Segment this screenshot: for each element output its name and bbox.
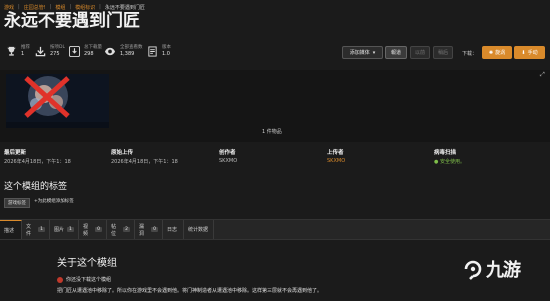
info-value: 2026年4月18日，下午1：18 bbox=[4, 159, 71, 165]
virus-scan-status: ● 安全使用。 bbox=[434, 158, 465, 165]
tag-chip[interactable]: 游戏标签 bbox=[4, 198, 30, 208]
info-label: 上传者 bbox=[327, 150, 344, 156]
breadcrumb-separator: | bbox=[18, 4, 20, 10]
tab-videos[interactable]: 视频 0 bbox=[79, 220, 107, 239]
watermark-logo: 九游 bbox=[462, 256, 521, 282]
tab-bar: 描述 文件 1 图片 1 视频 0 帖位 2 漏洞 0 日志 统计数据 bbox=[0, 219, 550, 240]
download-icon bbox=[68, 45, 80, 57]
tab-bugs[interactable]: 漏洞 0 bbox=[135, 220, 163, 239]
add-tag-label: 为此模组添加标签 bbox=[37, 199, 74, 204]
breadcrumb-separator: | bbox=[99, 4, 101, 10]
gallery-count: 1 件物品 bbox=[262, 129, 282, 135]
vortex-download-button[interactable]: ✺ 旋涡 bbox=[482, 46, 512, 59]
stat-unique-downloads: 按项DL 275 bbox=[34, 44, 65, 58]
eye-icon bbox=[104, 45, 116, 57]
manual-label: 手动 bbox=[527, 50, 538, 56]
info-last-updated: 最后更新 2026年4月18日，下午1：18 bbox=[4, 148, 71, 165]
tab-posts[interactable]: 帖位 2 bbox=[107, 220, 135, 239]
info-label: 创作者 bbox=[219, 150, 236, 156]
info-creator: 创作者 SKXMO bbox=[219, 148, 237, 164]
about-description: 把门匠从遭遇池中移除了。所以你在游戏里不会遇到他。将门神制造者从遭遇池中移除。这… bbox=[57, 288, 323, 294]
tab-label: 描述 bbox=[4, 227, 15, 234]
manual-download-button[interactable]: ⬇ 手动 bbox=[514, 46, 545, 59]
stat-version: 版本 1.0 bbox=[146, 44, 171, 58]
info-label: 最后更新 bbox=[4, 150, 27, 156]
tab-label: 文件 bbox=[26, 223, 32, 237]
fullscreen-icon[interactable]: ⤢ bbox=[540, 71, 545, 79]
virus-scan-value: 安全使用。 bbox=[439, 159, 465, 165]
watermark-text: 九游 bbox=[486, 260, 521, 281]
previous-button[interactable]: 以前 bbox=[410, 46, 430, 59]
tab-files[interactable]: 文件 1 bbox=[22, 220, 50, 239]
download-icon bbox=[34, 45, 46, 57]
tab-label: 统计数据 bbox=[188, 227, 209, 233]
stat-endorsements: 推荐 1 bbox=[5, 44, 30, 58]
stat-label: 按项DL bbox=[50, 45, 65, 50]
breadcrumb-games[interactable]: 游戏 bbox=[4, 4, 14, 11]
tab-description[interactable]: 描述 bbox=[0, 220, 22, 239]
info-virus-scan: 病毒扫描 ● 安全使用。 bbox=[434, 148, 465, 165]
tab-badge: 2 bbox=[123, 227, 130, 232]
not-downloaded-notice: 你还没下载这个模组 bbox=[57, 276, 111, 283]
gallery-thumbnail[interactable] bbox=[6, 74, 109, 128]
tab-label: 日志 bbox=[167, 227, 178, 233]
tab-label: 漏洞 bbox=[139, 223, 145, 237]
info-label: 原始上传 bbox=[111, 150, 134, 156]
info-value: 2026年4月18日，下午1：18 bbox=[111, 159, 178, 165]
watermark-icon bbox=[464, 260, 482, 280]
tab-images[interactable]: 图片 1 bbox=[50, 220, 79, 239]
tab-logs[interactable]: 日志 bbox=[163, 220, 184, 239]
add-media-dropdown[interactable]: 添加媒体 ▾ bbox=[342, 46, 383, 59]
info-uploader: 上传者 SKXMO bbox=[327, 148, 345, 164]
info-label: 病毒扫描 bbox=[434, 150, 457, 156]
page-title: 永远不要遇到门匠 bbox=[4, 11, 140, 31]
manual-download-icon: ⬇ bbox=[521, 49, 526, 56]
tab-stats[interactable]: 统计数据 bbox=[184, 220, 214, 239]
stat-total-downloads: 总下载量 298 bbox=[68, 44, 102, 58]
tab-label: 图片 bbox=[54, 227, 65, 233]
uploader-link[interactable]: SKXMO bbox=[327, 158, 345, 164]
info-original-upload: 原始上传 2026年4月18日，下午1：18 bbox=[111, 148, 178, 165]
add-tag-link[interactable]: +为此模组添加标签 bbox=[34, 198, 74, 204]
stat-value: 1.0 bbox=[162, 51, 170, 57]
breadcrumb-category[interactable]: 模组标识 bbox=[75, 4, 95, 11]
vortex-icon: ✺ bbox=[488, 49, 494, 56]
stat-value: 1,389 bbox=[120, 51, 135, 57]
tab-badge: 0 bbox=[151, 227, 158, 232]
tab-label: 视频 bbox=[83, 223, 89, 237]
tab-badge: 0 bbox=[95, 227, 102, 232]
breadcrumb-current: 永远不要遇到门匠 bbox=[104, 5, 145, 11]
add-media-label: 添加媒体 bbox=[349, 50, 370, 56]
stat-label: 全部查看数 bbox=[120, 45, 143, 50]
stat-value: 1 bbox=[21, 51, 25, 57]
next-button[interactable]: 稍后 bbox=[433, 46, 453, 59]
notice-text: 你还没下载这个模组 bbox=[66, 277, 112, 283]
vortex-label: 旋涡 bbox=[495, 50, 506, 56]
stat-value: 275 bbox=[50, 51, 60, 57]
report-button[interactable]: 報道 bbox=[385, 46, 407, 59]
about-heading: 关于这个模组 bbox=[57, 258, 117, 269]
trophy-icon bbox=[5, 45, 17, 57]
breadcrumb: 游戏 | 庄园总管! | 模组 | 模组标识 | 永远不要遇到门匠 bbox=[4, 4, 145, 11]
tab-badge: 1 bbox=[67, 227, 74, 232]
breadcrumb-mods[interactable]: 模组 bbox=[55, 4, 65, 11]
breadcrumb-game[interactable]: 庄园总管! bbox=[24, 4, 46, 11]
version-icon bbox=[146, 45, 158, 57]
download-label: 下载： bbox=[462, 51, 478, 57]
stat-label: 推荐 bbox=[21, 45, 30, 50]
warning-icon bbox=[57, 276, 63, 283]
breadcrumb-separator: | bbox=[69, 4, 72, 10]
tags-heading: 这个模组的标签 bbox=[4, 182, 68, 192]
stat-label: 版本 bbox=[162, 45, 171, 50]
breadcrumb-separator: | bbox=[49, 4, 52, 10]
stat-value: 298 bbox=[84, 51, 94, 57]
stat-label: 总下载量 bbox=[84, 45, 102, 50]
chevron-down-icon: ▾ bbox=[372, 49, 376, 56]
tab-badge: 1 bbox=[38, 227, 45, 232]
stat-views: 全部查看数 1,389 bbox=[104, 44, 143, 58]
tab-label: 帖位 bbox=[111, 223, 117, 237]
info-value: SKXMO bbox=[219, 158, 238, 164]
